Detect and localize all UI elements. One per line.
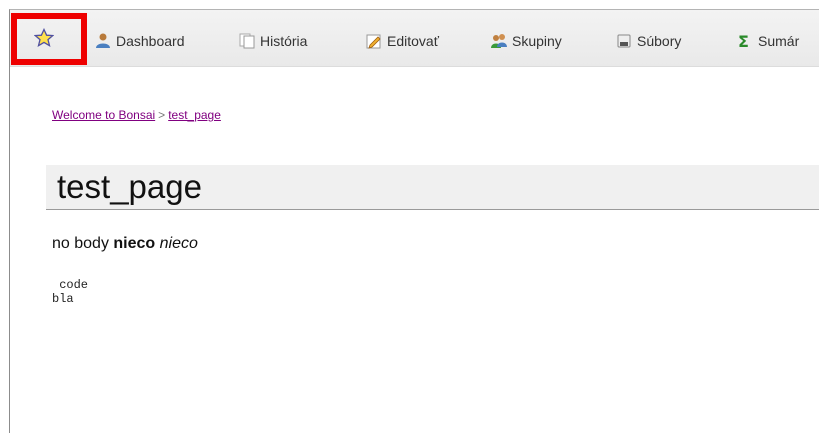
code-line: bla: [52, 292, 74, 306]
toolbar-files-label: Súbory: [637, 33, 682, 49]
group-icon: [490, 32, 508, 50]
users-icon: [94, 32, 112, 50]
toolbar-history[interactable]: História: [238, 30, 307, 52]
breadcrumb-separator: >: [158, 108, 166, 122]
body-italic-text: nieco: [159, 235, 198, 252]
star-icon[interactable]: [33, 27, 55, 48]
code-line: code: [52, 278, 89, 292]
svg-text:Σ: Σ: [738, 32, 749, 50]
toolbar-dashboard-label: Dashboard: [116, 33, 185, 49]
toolbar: Dashboard História Editovať Skupiny Súbo…: [10, 10, 819, 67]
toolbar-dashboard[interactable]: Dashboard: [94, 30, 185, 52]
page-body: no body nieco nieco: [52, 235, 198, 253]
body-plain-text: no body: [52, 235, 114, 252]
page-frame: [9, 9, 819, 433]
page-title-bar: test_page: [46, 165, 819, 210]
toolbar-edit-label: Editovať: [387, 33, 439, 49]
breadcrumb-current-link[interactable]: test_page: [168, 108, 221, 122]
body-bold-text: nieco: [113, 235, 156, 252]
toolbar-history-label: História: [260, 33, 308, 49]
page-title: test_page: [57, 168, 202, 205]
breadcrumb: Welcome to Bonsai > test_page: [52, 108, 221, 122]
toolbar-groups-label: Skupiny: [512, 33, 562, 49]
code-block: code bla: [52, 278, 88, 306]
toolbar-summary[interactable]: Σ Sumár: [736, 30, 799, 52]
toolbar-files[interactable]: Súbory: [615, 30, 681, 52]
sigma-icon: Σ: [736, 32, 754, 50]
files-icon: [615, 32, 633, 50]
toolbar-summary-label: Sumár: [758, 33, 800, 49]
breadcrumb-home-link[interactable]: Welcome to Bonsai: [52, 108, 155, 122]
toolbar-edit[interactable]: Editovať: [365, 30, 439, 52]
history-icon: [238, 32, 256, 50]
pencil-icon: [365, 32, 383, 50]
toolbar-groups[interactable]: Skupiny: [490, 30, 562, 52]
